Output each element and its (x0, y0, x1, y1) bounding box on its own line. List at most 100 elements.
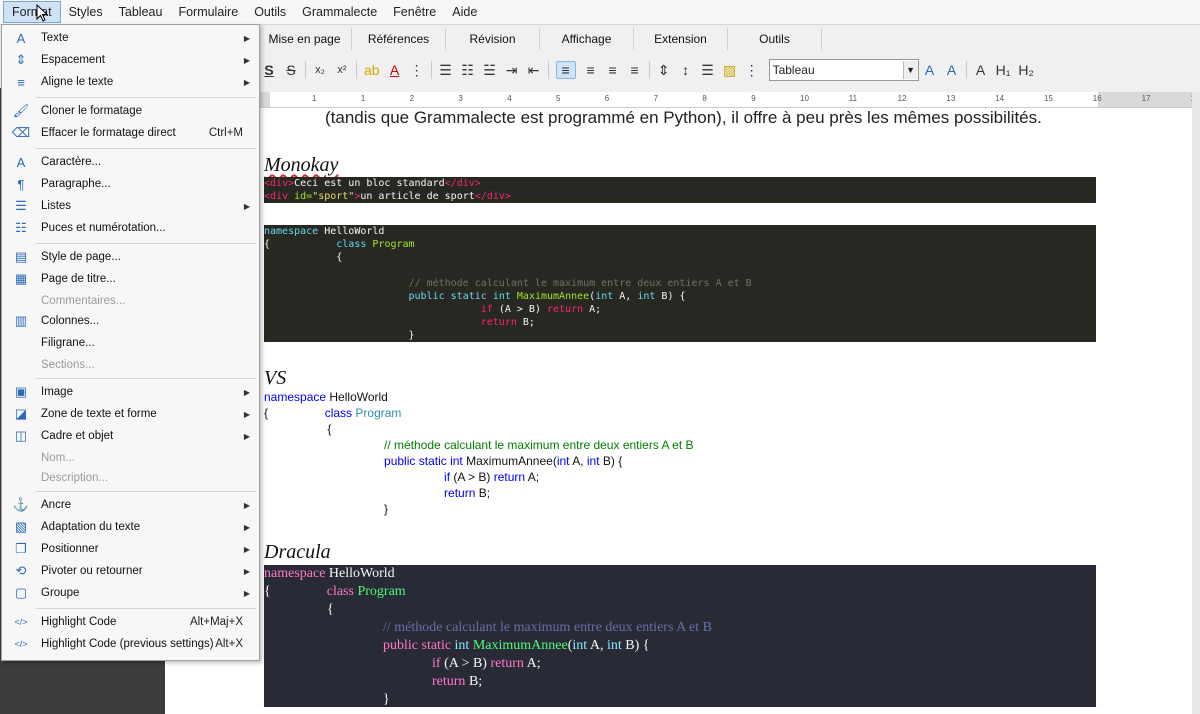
menu-aide[interactable]: Aide (444, 0, 485, 24)
font-color-icon[interactable]: A (388, 62, 402, 78)
menu-item-label: Commentaires... (41, 295, 126, 307)
menu-item-zone-de-texte-et-forme[interactable]: ◪ Zone de texte et forme ▶ (2, 404, 259, 424)
menu-grammalecte[interactable]: Grammalecte (294, 0, 385, 24)
tab-outils[interactable]: Outils (728, 28, 822, 50)
heading-h1-icon[interactable]: H₁ (996, 62, 1011, 78)
menu-item-nom: Nom... (2, 448, 259, 468)
format-menu: A Texte ▶ ⇕ Espacement ▶ ≡ Aligne le texte ▶ 🖌 Clo… (1, 24, 260, 661)
outdent-icon[interactable]: ⇤ (527, 62, 541, 79)
ruler-tick-label: 9 (751, 94, 756, 103)
menu-item-espacement[interactable]: ⇕ Espacement ▶ (2, 50, 259, 70)
groupe-icon: ▢ (14, 585, 28, 600)
menu-shortcut: Ctrl+M (208, 127, 243, 139)
more-icon[interactable]: ⋮ (745, 62, 759, 79)
chevron-down-icon[interactable]: ▼ (902, 61, 918, 79)
menu-item-filigrane[interactable]: Filigrane... (2, 333, 259, 353)
image-icon: ▣ (14, 384, 28, 399)
border-icon[interactable]: ☰ (701, 62, 715, 79)
menu-item-highlight-code-previous-settings[interactable]: </> Highlight Code (previous settings) Alt… (2, 634, 259, 654)
ruler-tick-label: 11 (848, 94, 858, 103)
submenu-arrow-icon: ▶ (243, 55, 250, 65)
submenu-arrow-icon: ▶ (243, 431, 250, 441)
menu-separator (36, 608, 256, 609)
menu-item-style-de-page[interactable]: ▤ Style de page... (2, 247, 259, 267)
menu-item-page-de-titre[interactable]: ▦ Page de titre... (2, 269, 259, 289)
menu-item-paragraphe[interactable]: ¶ Paragraphe... (2, 174, 259, 194)
outline-icon[interactable]: ☱ (483, 62, 497, 79)
menu-item-positionner[interactable]: ❐ Positionner ▶ (2, 539, 259, 559)
menu-item-label: Cloner le formatage (41, 105, 142, 117)
para-space-icon[interactable]: ⇕ (657, 62, 671, 79)
ruler-tick-label: 2 (409, 94, 415, 103)
highlight-icon[interactable]: ab (364, 62, 380, 78)
menu-item-pivoter-ou-retourner[interactable]: ⟲ Pivoter ou retourner ▶ (2, 561, 259, 581)
menu-outils[interactable]: Outils (246, 0, 294, 24)
justify-icon[interactable]: ≡ (628, 62, 642, 78)
heading-a-icon[interactable]: A (974, 62, 988, 78)
align-right-icon[interactable]: ≡ (606, 62, 620, 78)
menu-item-label: Highlight Code (41, 616, 117, 628)
ruler-tick-label: 5 (556, 94, 561, 103)
tab-mise-en-page[interactable]: Mise en page (258, 28, 352, 50)
tab-revision[interactable]: Révision (446, 28, 540, 50)
style-update-icon[interactable]: A (923, 62, 937, 78)
bullets-icon[interactable]: ☰ (439, 62, 453, 79)
menu-item-label: Effacer le formatage direct (41, 127, 176, 139)
tab-affichage[interactable]: Affichage (540, 28, 634, 50)
tab-extension[interactable]: Extension (634, 28, 728, 50)
paragraph-style-select[interactable]: Tableau ▼ (768, 59, 919, 81)
more-icon[interactable]: ⋮ (410, 62, 424, 79)
menu-item-label: Pivoter ou retourner (41, 565, 143, 577)
menu-item-ancre[interactable]: ⚓ Ancre ▶ (2, 495, 259, 515)
vertical-scrollbar[interactable] (1192, 92, 1200, 714)
menu-item-texte[interactable]: A Texte ▶ (2, 28, 259, 48)
menu-item-aligne-le-texte[interactable]: ≡ Aligne le texte ▶ (2, 72, 259, 92)
submenu-arrow-icon: ▶ (243, 77, 250, 87)
menu-formulaire[interactable]: Formulaire (170, 0, 246, 24)
superscript-icon[interactable]: x² (335, 64, 349, 76)
menu-item-description: Description... (2, 468, 259, 488)
paragraphe-icon: ¶ (17, 176, 25, 192)
menu-item-label: Caractère... (41, 156, 102, 168)
menu-item-highlight-code[interactable]: </> Highlight Code Alt+Maj+X (2, 612, 259, 632)
numbering-icon[interactable]: ☷ (461, 62, 475, 79)
menu-item-image[interactable]: ▣ Image ▶ (2, 382, 259, 402)
ribbon-tabs: Mise en page Références Révision Afficha… (258, 28, 1200, 52)
menu-item-label: Zone de texte et forme (41, 408, 157, 420)
menu-item-cadre-et-objet[interactable]: ◫ Cadre et objet ▶ (2, 426, 259, 446)
menu-item-effacer-le-formatage-direct[interactable]: ⌫ Effacer le formatage direct Ctrl+M (2, 123, 259, 143)
menu-tableau[interactable]: Tableau (111, 0, 171, 24)
style-new-icon[interactable]: A (945, 62, 959, 78)
menu-fenetre[interactable]: Fenêtre (385, 0, 444, 24)
tab-references[interactable]: Références (352, 28, 446, 50)
menu-item-groupe[interactable]: ▢ Groupe ▶ (2, 583, 259, 603)
subscript-icon[interactable]: x₂ (313, 64, 327, 76)
align-center-icon[interactable]: ≡ (584, 62, 598, 78)
menu-item-cloner-le-formatage[interactable]: 🖌 Cloner le formatage (2, 101, 259, 121)
menu-item-adaptation-du-texte[interactable]: ▧ Adaptation du texte ▶ (2, 517, 259, 537)
heading-h2-icon[interactable]: H₂ (1018, 62, 1034, 78)
document-page[interactable]: (tandis que Grammalecte est programmé en… (165, 108, 1192, 714)
menu-item-listes[interactable]: ☰ Listes ▶ (2, 196, 259, 216)
align-left-icon[interactable]: ≡ (555, 61, 576, 79)
menu-format[interactable]: Format (3, 1, 61, 23)
ruler[interactable]: 1123456789101112131415161718 (258, 92, 1192, 108)
menu-item-caract-re[interactable]: A Caractère... (2, 152, 259, 172)
menu-item-label: Listes (41, 200, 72, 212)
listes-icon: ☰ (15, 198, 27, 213)
menu-item-puces-et-num-rotation[interactable]: ☷ Puces et numérotation... (2, 218, 259, 238)
submenu-arrow-icon: ▶ (243, 33, 250, 43)
strike-icon[interactable]: S (284, 62, 298, 78)
submenu-arrow-icon: ▶ (243, 500, 250, 510)
fill-icon[interactable]: ▨ (723, 62, 737, 79)
indent-icon[interactable]: ⇥ (505, 62, 519, 79)
pivoter-ou-retourner-icon: ⟲ (15, 563, 27, 578)
underline-icon[interactable]: S (262, 62, 276, 78)
menu-item-colonnes[interactable]: ▥ Colonnes... (2, 311, 259, 331)
menu-item-label: Adaptation du texte (41, 521, 141, 533)
ruler-tick-label: 13 (946, 94, 956, 103)
menu-item-label: Groupe (41, 587, 80, 599)
menu-styles[interactable]: Styles (61, 0, 111, 24)
heading-vs: VS (264, 367, 287, 389)
line-space-icon[interactable]: ↕ (679, 62, 693, 78)
